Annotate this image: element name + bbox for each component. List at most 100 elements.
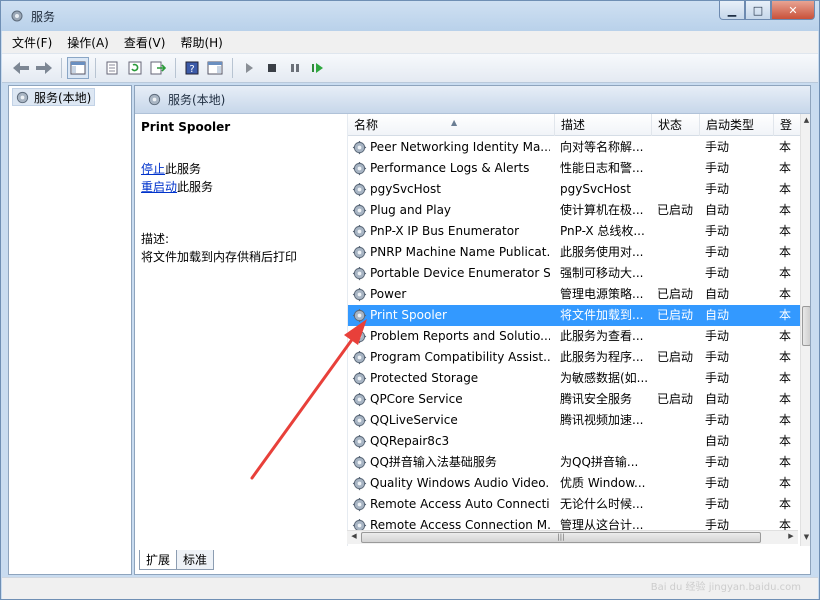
service-startup-type: 自动 xyxy=(705,287,730,301)
tab-extended[interactable]: 扩展 xyxy=(139,550,178,570)
horizontal-scroll-thumb[interactable]: ||| xyxy=(361,532,761,543)
refresh-button[interactable] xyxy=(124,57,146,79)
service-row[interactable]: Remote Access Auto Connecti... 无论什么时候... 手… xyxy=(348,494,800,515)
vertical-scroll-thumb[interactable] xyxy=(802,306,810,346)
services-gear-icon xyxy=(11,10,23,22)
scroll-up-arrow-icon[interactable]: ▲ xyxy=(801,116,810,127)
service-name: pgySvcHost xyxy=(370,182,441,196)
maximize-button[interactable]: □ xyxy=(745,1,771,20)
service-gear-icon xyxy=(352,413,367,428)
column-header-startup-type[interactable]: 启动类型 xyxy=(700,114,774,136)
service-gear-icon xyxy=(352,497,367,512)
properties-button[interactable] xyxy=(101,57,123,79)
service-name: QQRepair8c3 xyxy=(370,434,450,448)
service-row[interactable]: Print Spooler 将文件加载到... 已启动 自动 本 xyxy=(348,305,800,326)
help-button[interactable]: ? xyxy=(181,57,203,79)
service-startup-type: 手动 xyxy=(705,371,730,385)
restart-service-button[interactable] xyxy=(307,57,329,79)
column-header-status[interactable]: 状态 xyxy=(652,114,700,136)
service-description: 无论什么时候... xyxy=(560,497,644,511)
title-bar[interactable]: 服务 ▁ □ ✕ xyxy=(1,1,819,31)
service-row[interactable]: Protected Storage 为敏感数据(如... 手动 本 xyxy=(348,368,800,389)
minimize-button[interactable]: ▁ xyxy=(719,1,745,20)
service-row[interactable]: pgySvcHost pgySvcHost 手动 本 xyxy=(348,179,800,200)
column-header-row: 名称 ▲ 描述 状态 启动类型 登 xyxy=(348,114,810,136)
service-row[interactable]: Quality Windows Audio Video... 优质 Window.… xyxy=(348,473,800,494)
service-row[interactable]: QQRepair8c3 自动 本 xyxy=(348,431,800,452)
svg-text:?: ? xyxy=(189,64,194,75)
horizontal-scrollbar[interactable]: ◀ ||| ▶ xyxy=(347,530,798,544)
services-window: 服务 ▁ □ ✕ 文件(F) 操作(A) 查看(V) 帮助(H) ? 服务(本地… xyxy=(0,0,820,600)
service-row[interactable]: Program Compatibility Assist... 此服务为程序...… xyxy=(348,347,800,368)
column-header-description[interactable]: 描述 xyxy=(555,114,652,136)
service-name: Peer Networking Identity Ma... xyxy=(370,140,550,154)
service-status xyxy=(657,158,701,179)
services-rows: Peer Networking Identity Ma... 向对等名称解... 手… xyxy=(348,137,800,536)
service-row[interactable]: Plug and Play 使计算机在极... 已启动 自动 本 xyxy=(348,200,800,221)
scroll-right-arrow-icon[interactable]: ▶ xyxy=(785,532,797,544)
service-gear-icon xyxy=(352,287,367,302)
tree-item-services-local[interactable]: 服务(本地) xyxy=(12,88,96,106)
service-row[interactable]: Performance Logs & Alerts 性能日志和警... 手动 本 xyxy=(348,158,800,179)
menu-file[interactable]: 文件(F) xyxy=(12,34,52,51)
stop-service-link[interactable]: 停止 xyxy=(141,162,165,176)
service-name: Remote Access Auto Connecti... xyxy=(370,497,550,511)
service-logon: 本 xyxy=(779,140,792,154)
scroll-left-arrow-icon[interactable]: ◀ xyxy=(348,532,360,544)
service-gear-icon xyxy=(352,392,367,407)
menu-help[interactable]: 帮助(H) xyxy=(180,34,222,51)
service-gear-icon xyxy=(352,203,367,218)
menu-view[interactable]: 查看(V) xyxy=(124,34,166,51)
close-button[interactable]: ✕ xyxy=(771,1,815,20)
service-row[interactable]: Problem Reports and Solutio... 此服务为查看... 手… xyxy=(348,326,800,347)
service-name: QPCore Service xyxy=(370,392,463,406)
restart-suffix: 此服务 xyxy=(177,180,214,194)
service-row[interactable]: QQ拼音输入法基础服务 为QQ拼音输... 手动 本 xyxy=(348,452,800,473)
tab-standard[interactable]: 标准 xyxy=(176,550,215,570)
panel-header: 服务(本地) xyxy=(135,86,810,114)
stop-service-button[interactable] xyxy=(261,57,283,79)
service-status xyxy=(657,326,701,347)
start-service-button[interactable] xyxy=(238,57,260,79)
forward-button[interactable] xyxy=(33,57,55,79)
service-row[interactable]: Peer Networking Identity Ma... 向对等名称解... 手… xyxy=(348,137,800,158)
services-list: 名称 ▲ 描述 状态 启动类型 登 Peer Networking Identit… xyxy=(347,114,810,546)
restart-service-link[interactable]: 重启动 xyxy=(141,180,177,194)
action-pane-icon xyxy=(207,61,223,75)
column-header-name[interactable]: 名称 ▲ xyxy=(348,114,555,136)
service-description-pane: Print Spooler 停止此服务 重启动此服务 描述: 将文件加载到内存供… xyxy=(141,120,341,266)
service-startup-type: 手动 xyxy=(705,329,730,343)
service-startup-type: 手动 xyxy=(705,266,730,280)
service-gear-icon xyxy=(352,350,367,365)
service-gear-icon xyxy=(352,140,367,155)
service-gear-icon xyxy=(352,434,367,449)
service-status xyxy=(657,179,701,200)
menu-action[interactable]: 操作(A) xyxy=(67,34,109,51)
pause-service-button[interactable] xyxy=(284,57,306,79)
show-hide-console-tree-button[interactable] xyxy=(67,57,89,79)
export-list-button[interactable] xyxy=(147,57,169,79)
service-name: Portable Device Enumerator S... xyxy=(370,266,550,280)
service-name: Quality Windows Audio Video... xyxy=(370,476,550,490)
service-row[interactable]: QQLiveService 腾讯视频加速... 手动 本 xyxy=(348,410,800,431)
services-gear-icon xyxy=(16,91,29,103)
service-row[interactable]: Portable Device Enumerator S... 强制可移动大...… xyxy=(348,263,800,284)
service-status xyxy=(657,410,701,431)
service-row[interactable]: PNRP Machine Name Publicat... 此服务使用对... 手动… xyxy=(348,242,800,263)
service-startup-type: 手动 xyxy=(705,224,730,238)
back-button[interactable] xyxy=(10,57,32,79)
scroll-down-arrow-icon[interactable]: ▼ xyxy=(801,533,810,544)
service-gear-icon xyxy=(352,224,367,239)
description-text: 将文件加载到内存供稍后打印 xyxy=(141,250,298,264)
service-row[interactable]: Power 管理电源策略... 已启动 自动 本 xyxy=(348,284,800,305)
service-logon: 本 xyxy=(779,308,792,322)
service-description xyxy=(560,431,654,452)
service-startup-type: 手动 xyxy=(705,455,730,469)
service-status xyxy=(657,473,701,494)
pause-icon xyxy=(291,64,299,72)
service-startup-type: 自动 xyxy=(705,203,730,217)
show-action-pane-button[interactable] xyxy=(204,57,226,79)
vertical-scrollbar[interactable]: ▲ ▼ xyxy=(800,114,810,546)
service-row[interactable]: QPCore Service 腾讯安全服务 已启动 自动 本 xyxy=(348,389,800,410)
service-row[interactable]: PnP-X IP Bus Enumerator PnP-X 总线枚... 手动 本 xyxy=(348,221,800,242)
